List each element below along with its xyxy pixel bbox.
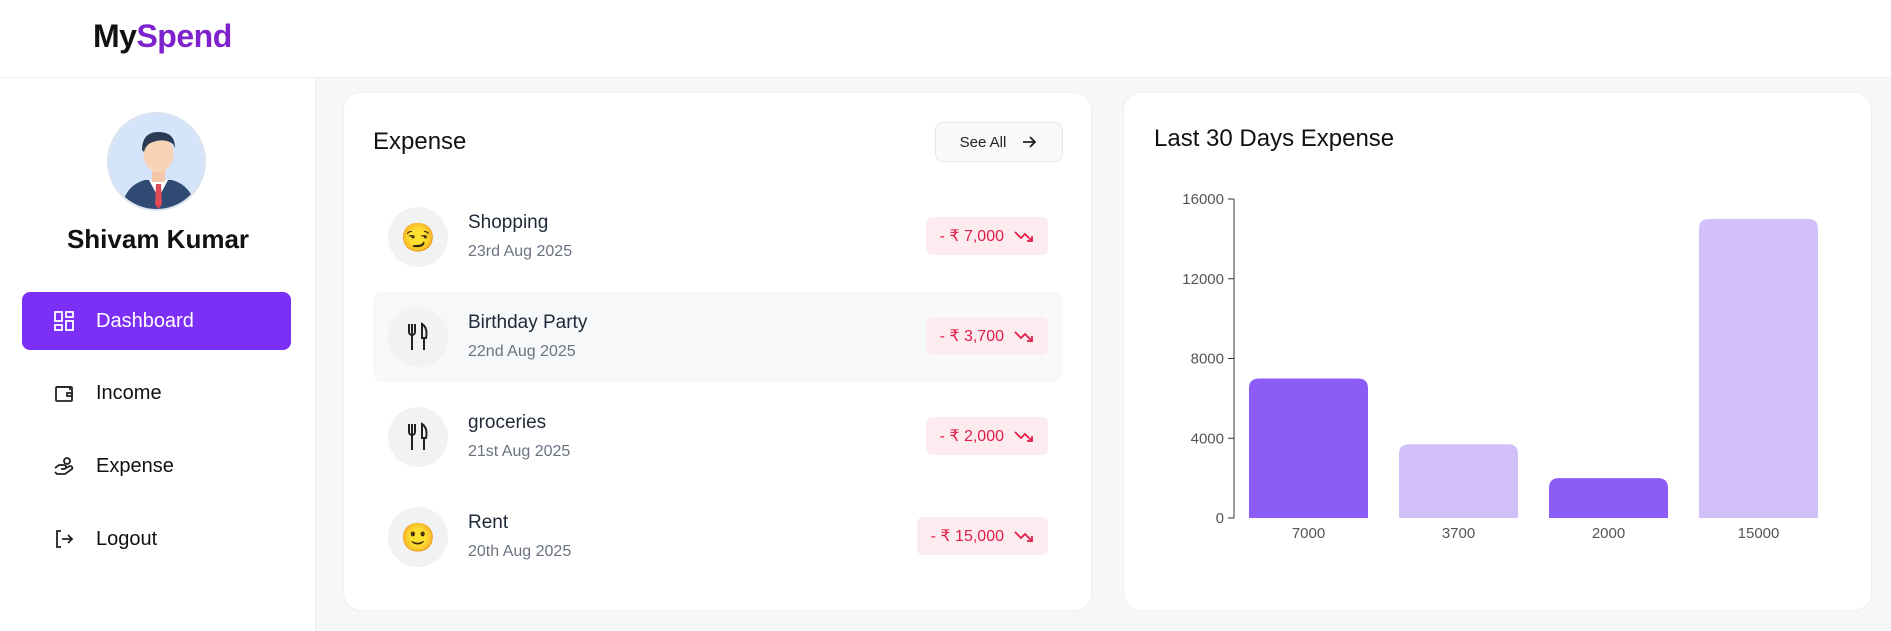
expense-amount: - ₹ 3,700 — [939, 328, 1004, 345]
expense-date: 22nd Aug 2025 — [468, 343, 576, 360]
x-tick-label: 15000 — [1738, 525, 1780, 542]
chart-bar — [1399, 444, 1518, 518]
logout-icon — [52, 527, 76, 551]
brand-part-my: My — [93, 18, 137, 54]
expense-name: Birthday Party — [468, 312, 588, 333]
y-tick-label: 4000 — [1191, 430, 1224, 447]
expense-amount-badge: - ₹ 7,000 — [925, 217, 1048, 255]
expense-name: groceries — [468, 412, 547, 433]
expense-chart-card: Last 30 Days Expense 0 4000 8000 12000 16000… — [1123, 92, 1872, 611]
avatar-illustration-icon — [109, 114, 204, 209]
x-tick-label: 3700 — [1442, 525, 1475, 542]
expense-amount-badge: - ₹ 15,000 — [916, 517, 1048, 555]
arrow-right-icon — [1023, 136, 1037, 148]
smirk-emoji-icon: 😏 — [388, 207, 448, 267]
trend-down-icon — [1014, 431, 1033, 442]
chart-bar — [1699, 218, 1818, 518]
hand-coins-icon — [52, 454, 76, 478]
sidebar-item-label: Dashboard — [96, 309, 194, 332]
avatar — [107, 112, 206, 211]
smile-emoji-icon: 🙂 — [388, 507, 448, 567]
see-all-button[interactable]: See All — [935, 122, 1063, 162]
x-tick-label: 2000 — [1592, 525, 1625, 542]
app-logo[interactable]: MySpend — [93, 18, 232, 55]
expense-date: 21st Aug 2025 — [468, 443, 571, 460]
trend-down-icon — [1014, 331, 1033, 342]
expense-card-title: Expense — [373, 128, 467, 155]
sidebar-item-label: Logout — [96, 527, 158, 550]
expense-amount-badge: - ₹ 2,000 — [925, 417, 1048, 455]
sidebar-item-dashboard[interactable]: Dashboard — [22, 292, 291, 350]
trend-down-icon — [1014, 231, 1033, 242]
sidebar: Shivam Kumar Dashboard Income Expense Lo… — [0, 78, 316, 631]
sidebar-item-label: Expense — [96, 454, 174, 477]
wallet-icon — [52, 381, 76, 405]
top-bar: MySpend — [0, 0, 1891, 78]
y-tick-label: 8000 — [1191, 351, 1224, 368]
fork-knife-icon — [388, 307, 448, 367]
brand-part-spend: Spend — [136, 18, 232, 54]
chart-bar — [1249, 378, 1368, 518]
expense-list-item[interactable]: Birthday Party 22nd Aug 2025 - ₹ 3,700 — [373, 292, 1063, 382]
expense-amount: - ₹ 15,000 — [930, 528, 1004, 545]
expense-amount: - ₹ 7,000 — [939, 228, 1004, 245]
bar-chart: 0 4000 8000 12000 16000 7000 3700 2000 15000 — [1182, 191, 1818, 542]
see-all-label: See All — [959, 133, 1007, 151]
expense-amount: - ₹ 2,000 — [939, 428, 1004, 445]
expense-date: 23rd Aug 2025 — [468, 243, 573, 260]
sidebar-item-income[interactable]: Income — [22, 364, 291, 422]
expense-list-item[interactable]: 😏 Shopping 23rd Aug 2025 - ₹ 7,000 — [373, 192, 1063, 282]
y-tick-label: 0 — [1216, 510, 1224, 527]
sidebar-item-label: Income — [96, 381, 162, 404]
y-tick-label: 16000 — [1182, 191, 1224, 208]
expense-amount-badge: - ₹ 3,700 — [925, 317, 1048, 355]
expense-name: Rent — [468, 512, 509, 533]
expense-list-item[interactable]: 🙂 Rent 20th Aug 2025 - ₹ 15,000 — [373, 492, 1063, 582]
chart-bar — [1549, 478, 1668, 518]
expense-name: Shopping — [468, 212, 549, 233]
expense-card: Expense See All 😏 Shopping 23rd Aug 2025… — [343, 92, 1092, 611]
sidebar-item-expense[interactable]: Expense — [22, 437, 291, 495]
x-tick-label: 7000 — [1292, 525, 1325, 542]
user-name: Shivam Kumar — [66, 224, 250, 254]
expense-date: 20th Aug 2025 — [468, 543, 572, 560]
expense-list-item[interactable]: groceries 21st Aug 2025 - ₹ 2,000 — [373, 392, 1063, 482]
trend-down-icon — [1014, 531, 1033, 542]
fork-knife-icon — [388, 407, 448, 467]
sidebar-item-logout[interactable]: Logout — [22, 510, 291, 568]
y-tick-label: 12000 — [1182, 271, 1224, 288]
dashboard-icon — [52, 309, 76, 333]
